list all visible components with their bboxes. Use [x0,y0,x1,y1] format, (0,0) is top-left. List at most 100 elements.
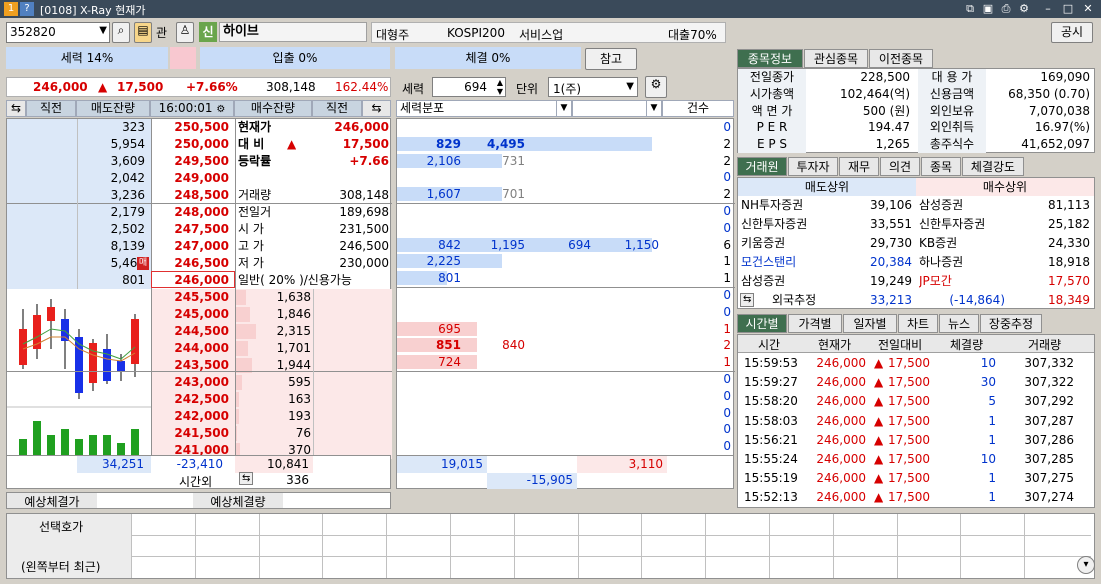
sell-broker-name[interactable]: NH투자증권 [741,197,803,214]
ask-price[interactable]: 248,000 [151,204,235,221]
tab-by-time[interactable]: 시간별 [737,314,787,333]
person-icon[interactable]: ♙ [176,22,194,43]
bid-row[interactable]: 241,500 76 [7,425,390,442]
dist-count: 2 [723,187,731,202]
distribution-row: 851 840 2 [397,337,733,354]
trade-row[interactable]: 15:52:13 246,000 ▲ 17,500 1 307,274 [738,489,1094,508]
ask-price[interactable]: 248,500 [151,187,235,204]
tab-watchlist[interactable]: 관심종목 [804,49,868,68]
stock-code-input[interactable]: 352820 ▼ [6,22,110,43]
trade-row[interactable]: 15:58:03 246,000 ▲ 17,500 1 307,287 [738,413,1094,432]
trade-row[interactable]: 15:55:24 246,000 ▲ 17,500 10 307,285 [738,451,1094,470]
trade-row[interactable]: 15:59:53 246,000 ▲ 17,500 10 307,332 [738,355,1094,374]
buy-broker-name[interactable]: 삼성증권 [919,197,963,214]
bid-price[interactable]: 242,000 [151,408,235,425]
link-icon[interactable]: ⧉ [962,1,978,17]
tab-news[interactable]: 뉴스 [939,314,979,333]
tab-broker[interactable]: 거래원 [737,157,787,176]
tab-stock[interactable]: 종목 [921,157,961,176]
bid-row[interactable]: 245,000 1,846 [7,306,390,323]
tab-chart[interactable]: 차트 [898,314,938,333]
tab-stock-info[interactable]: 종목정보 [737,49,803,68]
ask-price[interactable]: 247,500 [151,221,235,238]
tab-investor[interactable]: 투자자 [788,157,838,176]
ask-price[interactable]: 247,000 [151,238,235,255]
foreign-sell: 33,213 [870,293,912,307]
trade-row[interactable]: 15:59:27 246,000 ▲ 17,500 30 307,322 [738,374,1094,393]
trade-row[interactable]: 15:55:19 246,000 ▲ 17,500 1 307,275 [738,470,1094,489]
menu-badge[interactable]: 1 [4,2,18,16]
trade-row[interactable]: 15:56:21 246,000 ▲ 17,500 1 307,286 [738,432,1094,451]
broker-row[interactable]: NH투자증권 39,106 삼성증권 81,113 [738,197,1094,216]
tab-intraday-estimate[interactable]: 장중추정 [980,314,1042,333]
bid-price[interactable]: 244,000 [151,340,235,357]
broker-row[interactable]: 신한투자증권 33,551 신한투자증권 25,182 [738,216,1094,235]
sell-broker-name[interactable]: 모건스탠리 [741,254,796,271]
chevron-down-icon[interactable]: ▼ [626,81,634,92]
sell-broker-name[interactable]: 키움증권 [741,235,785,252]
trade-row[interactable]: 15:58:20 246,000 ▲ 17,500 5 307,292 [738,393,1094,412]
tab-opinion[interactable]: 의견 [880,157,920,176]
tab-strength[interactable]: 체결강도 [962,157,1024,176]
minimize-icon[interactable]: – [1040,1,1056,17]
swap-icon[interactable]: ⇆ [362,100,391,117]
search-icon[interactable]: ⌕ [112,22,130,43]
tab-previous[interactable]: 이전종목 [869,49,933,68]
ask-price[interactable]: 249,500 [151,153,235,170]
bid-price[interactable]: 243,000 [151,374,235,391]
chevron-down-icon[interactable]: ▼ [646,100,662,117]
menu-icon[interactable]: ▤ [134,22,152,43]
help-badge[interactable]: ? [20,2,34,16]
bid-price[interactable]: 242,500 [151,391,235,408]
broker-row[interactable]: 키움증권 29,730 KB증권 24,330 [738,235,1094,254]
info-row: 일반( 20% )/신용가능 [235,272,392,289]
ask-qty: 2,179 [110,205,145,219]
ask-price[interactable]: 250,500 [151,119,235,136]
reference-button[interactable]: 참고 [585,48,637,70]
ask-price[interactable]: 250,000 [151,136,235,153]
save-icon[interactable]: ▣ [980,1,996,17]
broker-row[interactable]: 모건스탠리 20,384 하나증권 18,918 [738,254,1094,273]
expand-icon[interactable]: ▾ [1077,556,1095,574]
buy-broker-name[interactable]: JP모간 [919,273,952,290]
maximize-icon[interactable]: □ [1060,1,1076,17]
window-title: [0108] X-Ray 현재가 [40,4,146,17]
chevron-down-icon[interactable]: ▼ [556,100,572,117]
swap-icon[interactable]: ⇆ [239,472,254,485]
spinner-icon[interactable]: ▲ ▼ [497,78,503,96]
bid-row[interactable]: 242,000 193 [7,408,390,425]
unit-select[interactable]: 1(주) ▼ [548,77,638,97]
bid-price[interactable]: 245,500 [151,289,235,306]
buy-broker-name[interactable]: KB증권 [919,235,957,252]
buy-broker-name[interactable]: 신한투자증권 [919,216,985,233]
ask-price[interactable]: 249,000 [151,170,235,187]
dist-count: 1 [723,254,731,269]
force-spinner[interactable]: 694 ▲ ▼ [432,77,506,97]
close-icon[interactable]: ✕ [1080,1,1096,17]
settings-icon[interactable]: ⚙ [1016,1,1032,17]
bid-row[interactable]: 244,500 2,315 [7,323,390,340]
bid-price[interactable]: 245,000 [151,306,235,323]
bid-row[interactable]: 244,000 1,701 [7,340,390,357]
dist-value-b [477,405,525,422]
tab-financial[interactable]: 재무 [839,157,879,176]
bid-price[interactable]: 241,500 [151,425,235,442]
swap-icon[interactable]: ⇆ [6,100,26,117]
notice-button[interactable]: 공시 [1051,22,1093,43]
bid-price[interactable]: 244,500 [151,323,235,340]
broker-row[interactable]: 삼성증권 19,249 JP모간 17,570 [738,273,1094,292]
tab-by-date[interactable]: 일자별 [843,314,897,333]
gwan-label[interactable]: 관 [156,24,167,41]
settings-icon[interactable]: ⚙ [645,76,667,98]
bid-row[interactable]: 245,500 1,638 [7,289,390,306]
sell-broker-name[interactable]: 삼성증권 [741,273,785,290]
tab-by-price[interactable]: 가격별 [788,314,842,333]
print-icon[interactable]: ⎙ [998,1,1014,17]
chevron-down-icon[interactable]: ▼ [99,25,107,36]
ask-price[interactable]: 246,500 [151,255,235,272]
bid-row[interactable]: 242,500 163 [7,391,390,408]
bid-row[interactable]: 243,000 595 [7,374,390,391]
buy-broker-name[interactable]: 하나증권 [919,254,963,271]
swap-icon[interactable]: ⇆ [740,293,755,307]
sell-broker-name[interactable]: 신한투자증권 [741,216,807,233]
